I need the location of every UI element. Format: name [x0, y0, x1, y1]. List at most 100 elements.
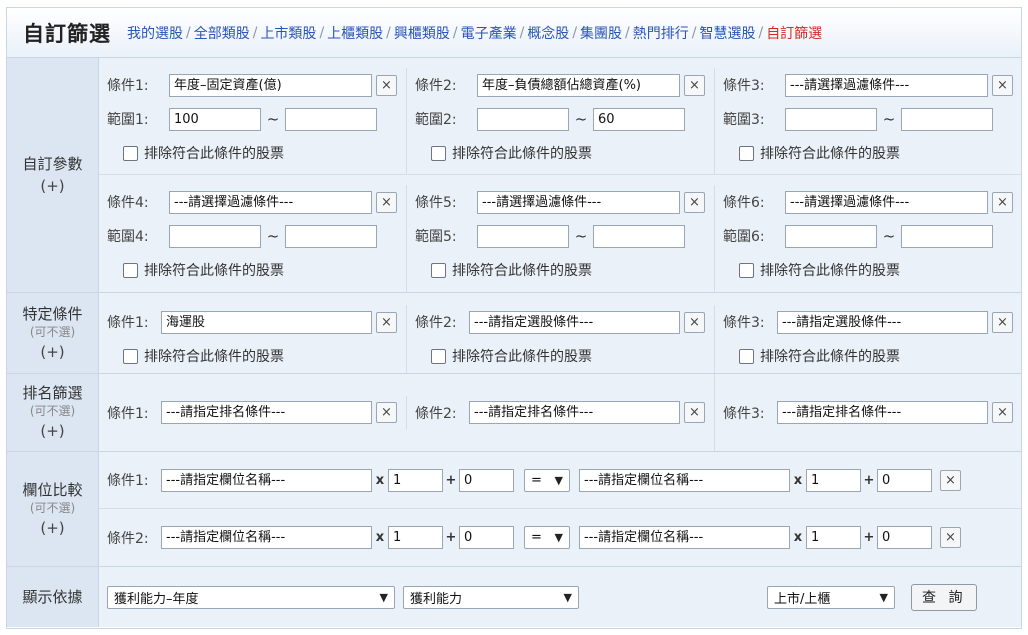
condition-6-select[interactable]: ---請選擇過濾條件--- — [785, 190, 988, 214]
nav-link-listed[interactable]: 上市類股 — [260, 23, 316, 43]
chevron-down-icon: ▼ — [554, 473, 563, 487]
nav-link-my-picks[interactable]: 我的選股 — [127, 23, 183, 43]
clear-rank-3-button[interactable]: × — [992, 402, 1013, 423]
compare-1-right-multiplier-input[interactable]: 1 — [806, 468, 861, 492]
compare-1-right-offset-input[interactable]: 0 — [877, 468, 932, 492]
range-5-max-input[interactable] — [593, 224, 685, 248]
add-specific-condition-button[interactable]: (+) — [40, 343, 64, 362]
condition-3-select[interactable]: ---請選擇過濾條件--- — [785, 73, 988, 97]
display-category-select[interactable]: 獲利能力–年度 ▼ — [107, 585, 395, 609]
nav-link-custom-filter[interactable]: 自訂篩選 — [766, 23, 822, 43]
clear-condition-3-button[interactable]: × — [992, 74, 1013, 96]
custom-params-section: 自訂參數 (+) 條件1: 年度–固定資產(億) × 範圍1: 100 ~ 排除符合此條… — [7, 58, 1021, 293]
exclude-checkbox[interactable] — [431, 262, 446, 278]
range-3-max-input[interactable] — [901, 107, 993, 131]
add-compare-condition-button[interactable]: (+) — [40, 519, 64, 538]
range-4-min-input[interactable] — [169, 224, 261, 248]
custom-row: 條件4: ---請選擇過濾條件--- × 範圍4: ~ 排除符合此條件的股票 條件5:… — [99, 175, 1021, 292]
exclude-checkbox[interactable] — [123, 348, 138, 364]
specific-condition-2-select[interactable]: ---請指定選股條件--- — [469, 310, 680, 334]
custom-condition-5: 條件5: ---請選擇過濾條件--- × 範圍5: ~ 排除符合此條件的股票 — [407, 185, 715, 292]
exclude-label: 排除符合此條件的股票 — [144, 146, 284, 162]
specific-condition-3-select[interactable]: ---請指定選股條件--- — [777, 310, 988, 334]
clear-specific-1-button[interactable]: × — [376, 311, 397, 333]
compare-1-right-field-select[interactable]: ---請指定欄位名稱--- — [579, 468, 790, 492]
range-2-min-input[interactable] — [477, 107, 569, 131]
clear-rank-2-button[interactable]: × — [684, 402, 705, 423]
condition-2-select[interactable]: 年度–負債總額佔總資產(%) — [477, 73, 680, 97]
compare-2-right-field-select[interactable]: ---請指定欄位名稱--- — [579, 526, 790, 549]
clear-condition-5-button[interactable]: × — [684, 191, 705, 213]
clear-compare-1-button[interactable]: × — [940, 469, 961, 491]
compare-1-operator-select[interactable]: = ▼ — [524, 468, 570, 492]
rank-condition-3-select[interactable]: ---請指定排名條件--- — [777, 401, 988, 424]
rank-condition-2-select[interactable]: ---請指定排名條件--- — [469, 401, 680, 424]
range-1-min-input[interactable]: 100 — [169, 107, 261, 131]
range-3-min-input[interactable] — [785, 107, 877, 131]
clear-compare-2-button[interactable]: × — [940, 527, 961, 548]
rank-condition-1-select[interactable]: ---請指定排名條件--- — [161, 401, 372, 424]
clear-condition-2-button[interactable]: × — [684, 74, 705, 96]
nav-link-concept[interactable]: 概念股 — [527, 23, 569, 43]
compare-2-left-multiplier-input[interactable]: 1 — [388, 526, 443, 549]
specific-conditions-section: 特定條件 (可不選) (+) 條件1: 海運股 × 排除符合此條件的股票 條件2: -… — [7, 293, 1021, 374]
clear-condition-1-button[interactable]: × — [376, 74, 397, 96]
range-4-max-input[interactable] — [285, 224, 377, 248]
specific-condition-1-select[interactable]: 海運股 — [161, 310, 372, 334]
nav-link-group[interactable]: 集團股 — [580, 23, 622, 43]
nav-link-electronics[interactable]: 電子產業 — [461, 23, 517, 43]
nav-separator: / — [519, 24, 525, 41]
range-6-max-input[interactable] — [901, 224, 993, 248]
condition-4-select[interactable]: ---請選擇過濾條件--- — [169, 190, 372, 214]
compare-1-left-field-select[interactable]: ---請指定欄位名稱--- — [161, 468, 372, 492]
query-button[interactable]: 查 詢 — [911, 583, 978, 611]
range-separator: ~ — [574, 110, 588, 128]
clear-condition-4-button[interactable]: × — [376, 191, 397, 213]
clear-rank-1-button[interactable]: × — [376, 402, 397, 423]
display-subcategory-select[interactable]: 獲利能力 ▼ — [403, 585, 579, 609]
nav-link-hot-ranking[interactable]: 熱門排行 — [633, 23, 689, 43]
compare-2-left-field-select[interactable]: ---請指定欄位名稱--- — [161, 526, 372, 549]
range-2-max-input[interactable]: 60 — [593, 107, 685, 131]
specific-condition-3: 條件3: ---請指定選股條件--- × 排除符合此條件的股票 — [715, 305, 1021, 373]
compare-2-right-multiplier-input[interactable]: 1 — [806, 526, 861, 549]
nav-link-otc[interactable]: 上櫃類股 — [327, 23, 383, 43]
compare-2-right-offset-input[interactable]: 0 — [877, 526, 932, 549]
exclude-checkbox[interactable] — [123, 145, 138, 161]
exclude-checkbox[interactable] — [739, 348, 754, 364]
custom-condition-1: 條件1: 年度–固定資產(億) × 範圍1: 100 ~ 排除符合此條件的股票 — [99, 68, 407, 174]
clear-condition-6-button[interactable]: × — [992, 191, 1013, 213]
display-basis-section: 顯示依據 獲利能力–年度 ▼ 獲利能力 ▼ 上市/上櫃 ▼ 查 詢 — [7, 567, 1021, 627]
nav-separator: / — [186, 24, 191, 41]
compare-1-left-multiplier-input[interactable]: 1 — [388, 468, 443, 492]
specific-conditions-label: 特定條件 (可不選) (+) — [7, 293, 99, 373]
range-1-max-input[interactable] — [285, 107, 377, 131]
range-5-min-input[interactable] — [477, 224, 569, 248]
range-separator: ~ — [266, 110, 280, 128]
market-select[interactable]: 上市/上櫃 ▼ — [767, 585, 895, 609]
exclude-label: 排除符合此條件的股票 — [452, 146, 592, 162]
nav-separator: / — [452, 24, 458, 41]
exclude-checkbox[interactable] — [431, 145, 446, 161]
clear-specific-2-button[interactable]: × — [684, 311, 705, 333]
exclude-checkbox[interactable] — [739, 262, 754, 278]
clear-specific-3-button[interactable]: × — [992, 311, 1013, 333]
exclude-label: 排除符合此條件的股票 — [452, 349, 592, 365]
nav-link-all-sectors[interactable]: 全部類股 — [194, 23, 250, 43]
exclude-checkbox[interactable] — [739, 145, 754, 161]
compare-2-operator-select[interactable]: = ▼ — [524, 526, 570, 549]
chevron-down-icon: ▼ — [879, 590, 888, 604]
nav-link-emerging[interactable]: 興櫃類股 — [394, 23, 450, 43]
condition-1-select[interactable]: 年度–固定資產(億) — [169, 73, 372, 97]
add-rank-condition-button[interactable]: (+) — [40, 422, 64, 441]
range-6-min-input[interactable] — [785, 224, 877, 248]
exclude-checkbox[interactable] — [431, 348, 446, 364]
compare-1-left-offset-input[interactable]: 0 — [459, 468, 514, 492]
multiply-symbol: x — [793, 472, 803, 488]
add-custom-condition-button[interactable]: (+) — [40, 177, 64, 196]
condition-label: 條件2: — [107, 530, 149, 547]
compare-2-left-offset-input[interactable]: 0 — [459, 526, 514, 549]
condition-5-select[interactable]: ---請選擇過濾條件--- — [477, 190, 680, 214]
exclude-checkbox[interactable] — [123, 262, 138, 278]
nav-link-smart-picks[interactable]: 智慧選股 — [699, 23, 755, 43]
